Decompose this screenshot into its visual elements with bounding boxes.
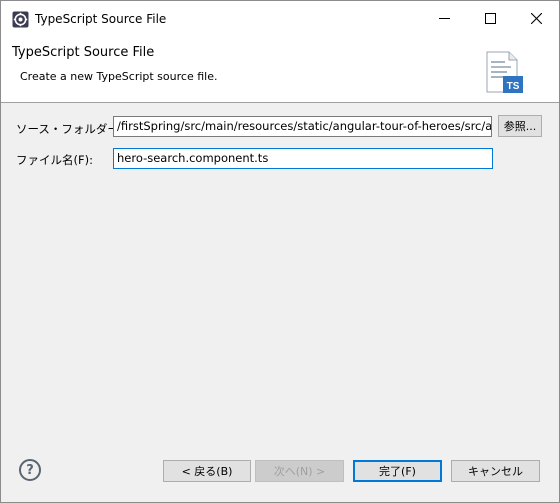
source-folder-input[interactable]: /firstSpring/src/main/resources/static/a… bbox=[113, 116, 492, 137]
minimize-icon bbox=[438, 12, 450, 28]
cancel-button[interactable]: キャンセル bbox=[451, 460, 540, 482]
close-button[interactable] bbox=[513, 1, 559, 38]
banner-title: TypeScript Source File bbox=[12, 45, 155, 60]
dialog-window: TypeScript Source File TypeScript Source… bbox=[0, 0, 560, 503]
maximize-icon bbox=[484, 12, 496, 28]
browse-button[interactable]: 参照... bbox=[498, 115, 542, 137]
help-icon[interactable]: ? bbox=[19, 459, 41, 481]
typescript-file-icon: TS bbox=[485, 50, 529, 96]
minimize-button[interactable] bbox=[421, 1, 467, 38]
finish-button[interactable]: 完了(F) bbox=[353, 460, 442, 482]
title-bar[interactable]: TypeScript Source File bbox=[1, 1, 559, 38]
back-button[interactable]: < 戻る(B) bbox=[163, 460, 251, 482]
close-icon bbox=[530, 12, 542, 28]
next-button[interactable]: 次へ(N) > bbox=[255, 460, 344, 482]
window-title: TypeScript Source File bbox=[35, 12, 167, 26]
ts-badge-label: TS bbox=[507, 81, 520, 92]
file-name-label: ファイル名(F): bbox=[16, 153, 93, 167]
file-name-input[interactable]: hero-search.component.ts bbox=[113, 148, 493, 169]
help-glyph: ? bbox=[26, 462, 34, 478]
maximize-button[interactable] bbox=[467, 1, 513, 38]
banner-description: Create a new TypeScript source file. bbox=[20, 70, 218, 83]
eclipse-gear-icon bbox=[12, 11, 29, 28]
wizard-banner: TypeScript Source File Create a new Type… bbox=[1, 38, 559, 103]
